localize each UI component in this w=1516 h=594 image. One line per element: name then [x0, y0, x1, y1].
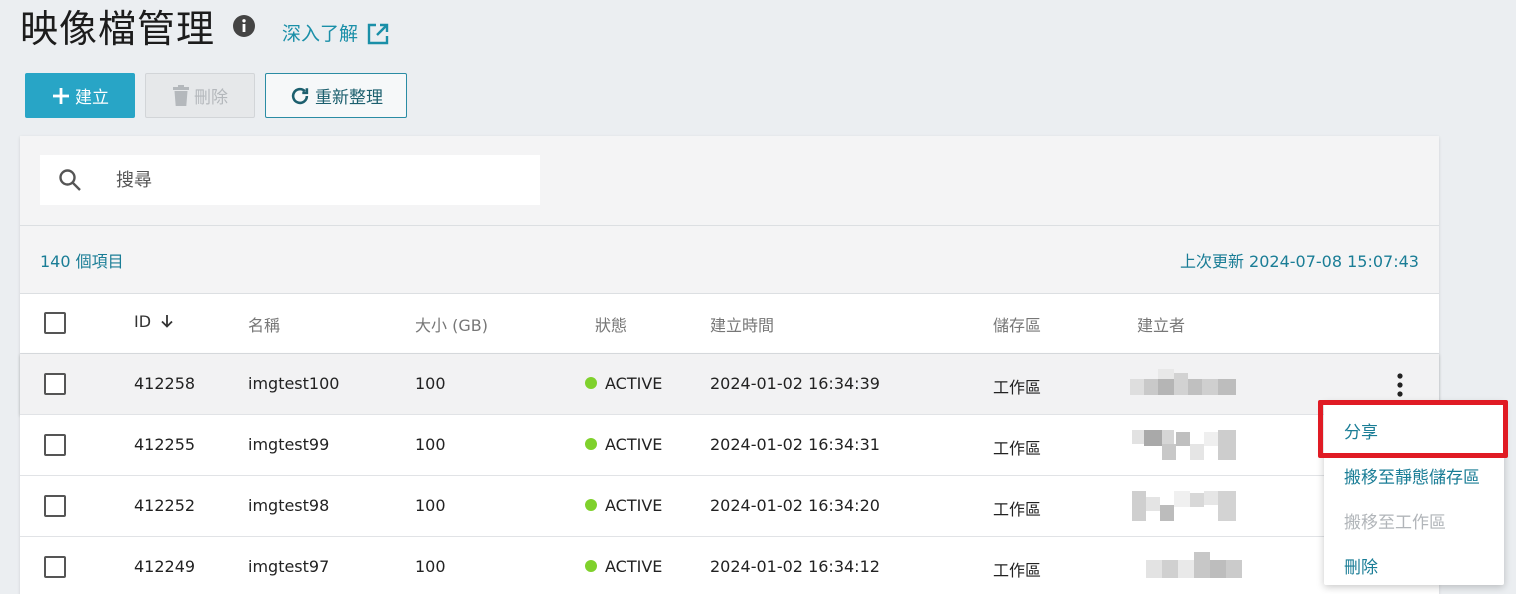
summary-bar: 140 個項目 上次更新 2024-07-08 15:07:43 [20, 226, 1439, 294]
cell-size: 100 [415, 557, 446, 576]
cell-created-at: 2024-01-02 16:34:12 [710, 557, 880, 576]
search-input[interactable] [116, 155, 526, 205]
learn-more-label: 深入了解 [282, 23, 359, 45]
cell-status: ACTIVE [585, 557, 662, 576]
table-row[interactable]: 412252 imgtest98 100 ACTIVE 2024-01-02 1… [20, 476, 1439, 537]
search-icon [59, 169, 81, 191]
learn-more-link[interactable]: 深入了解 [282, 20, 390, 48]
cell-name: imgtest100 [248, 374, 340, 393]
more-actions-icon[interactable] [1390, 372, 1410, 398]
status-active-dot [585, 560, 597, 572]
table-row[interactable]: 412255 imgtest99 100 ACTIVE 2024-01-02 1… [20, 415, 1439, 476]
table-header: ID 名稱 大小 (GB) 狀態 建立時間 儲存區 建立者 [20, 294, 1439, 354]
table-row[interactable]: 412249 imgtest97 100 ACTIVE 2024-01-02 1… [20, 537, 1439, 594]
status-label: ACTIVE [605, 557, 663, 576]
cell-name: imgtest97 [248, 557, 330, 576]
table-row[interactable]: 412258 imgtest100 100 ACTIVE 2024-01-02 … [20, 354, 1439, 415]
item-count: 140 個項目 [40, 252, 124, 271]
column-header-size[interactable]: 大小 (GB) [415, 312, 488, 336]
status-label: ACTIVE [605, 496, 663, 515]
cell-storage: 工作區 [993, 561, 1042, 580]
cell-id: 412258 [134, 374, 196, 393]
cell-size: 100 [415, 435, 446, 454]
column-header-storage[interactable]: 儲存區 [993, 312, 1041, 336]
menu-item-move-to-static-storage[interactable]: 搬移至靜態儲存區 [1344, 463, 1480, 488]
row-actions-menu: 分享 搬移至靜態儲存區 搬移至工作區 刪除 [1324, 402, 1504, 585]
cell-created-at: 2024-01-02 16:34:31 [710, 435, 880, 454]
cell-id: 412255 [134, 435, 196, 454]
row-checkbox[interactable] [44, 434, 66, 456]
status-active-dot [585, 377, 597, 389]
cell-id: 412252 [134, 496, 196, 515]
cell-storage: 工作區 [993, 500, 1042, 519]
cell-status: ACTIVE [585, 435, 662, 454]
plus-icon [53, 87, 69, 104]
row-checkbox[interactable] [44, 556, 66, 578]
info-icon[interactable] [232, 14, 256, 38]
menu-item-share[interactable]: 分享 [1344, 418, 1378, 443]
refresh-icon [291, 87, 309, 104]
refresh-button-label: 重新整理 [315, 88, 383, 108]
arrow-down-icon [161, 315, 173, 328]
external-link-icon [367, 23, 389, 45]
status-active-dot [585, 499, 597, 511]
create-button-label: 建立 [75, 88, 109, 108]
row-checkbox[interactable] [44, 495, 66, 517]
cell-id: 412249 [134, 557, 196, 576]
cell-created-at: 2024-01-02 16:34:39 [710, 374, 880, 393]
column-id-label: ID [134, 312, 152, 331]
column-header-id[interactable]: ID [134, 312, 174, 331]
delete-button-label: 刪除 [194, 88, 228, 108]
create-button[interactable]: 建立 [25, 73, 135, 118]
cell-size: 100 [415, 496, 446, 515]
search-box[interactable] [40, 155, 540, 205]
menu-item-delete[interactable]: 刪除 [1344, 553, 1378, 578]
images-table-card: 140 個項目 上次更新 2024-07-08 15:07:43 ID 名稱 大… [20, 136, 1439, 594]
redacted-creator [1146, 552, 1242, 584]
cell-size: 100 [415, 374, 446, 393]
select-all-checkbox[interactable] [44, 312, 66, 334]
status-active-dot [585, 438, 597, 450]
cell-name: imgtest99 [248, 435, 330, 454]
search-area [20, 136, 1439, 226]
redacted-creator [1132, 491, 1236, 523]
column-header-name[interactable]: 名稱 [248, 312, 280, 336]
delete-button[interactable]: 刪除 [145, 73, 255, 118]
cell-storage: 工作區 [993, 439, 1042, 458]
refresh-button[interactable]: 重新整理 [265, 73, 407, 118]
cell-status: ACTIVE [585, 374, 662, 393]
status-label: ACTIVE [605, 374, 663, 393]
status-label: ACTIVE [605, 435, 663, 454]
cell-created-at: 2024-01-02 16:34:20 [710, 496, 880, 515]
row-checkbox[interactable] [44, 373, 66, 395]
cell-storage: 工作區 [993, 378, 1042, 397]
redacted-creator [1130, 369, 1236, 401]
trash-icon [173, 84, 189, 106]
redacted-creator [1132, 430, 1236, 462]
page-title: 映像檔管理 [20, 7, 216, 51]
cell-status: ACTIVE [585, 496, 662, 515]
column-header-status[interactable]: 狀態 [595, 312, 627, 336]
cell-name: imgtest98 [248, 496, 330, 515]
column-header-created-at[interactable]: 建立時間 [710, 312, 774, 336]
last-update: 上次更新 2024-07-08 15:07:43 [1179, 252, 1419, 271]
menu-item-move-to-workspace: 搬移至工作區 [1344, 513, 1446, 533]
column-header-creator[interactable]: 建立者 [1137, 312, 1185, 336]
